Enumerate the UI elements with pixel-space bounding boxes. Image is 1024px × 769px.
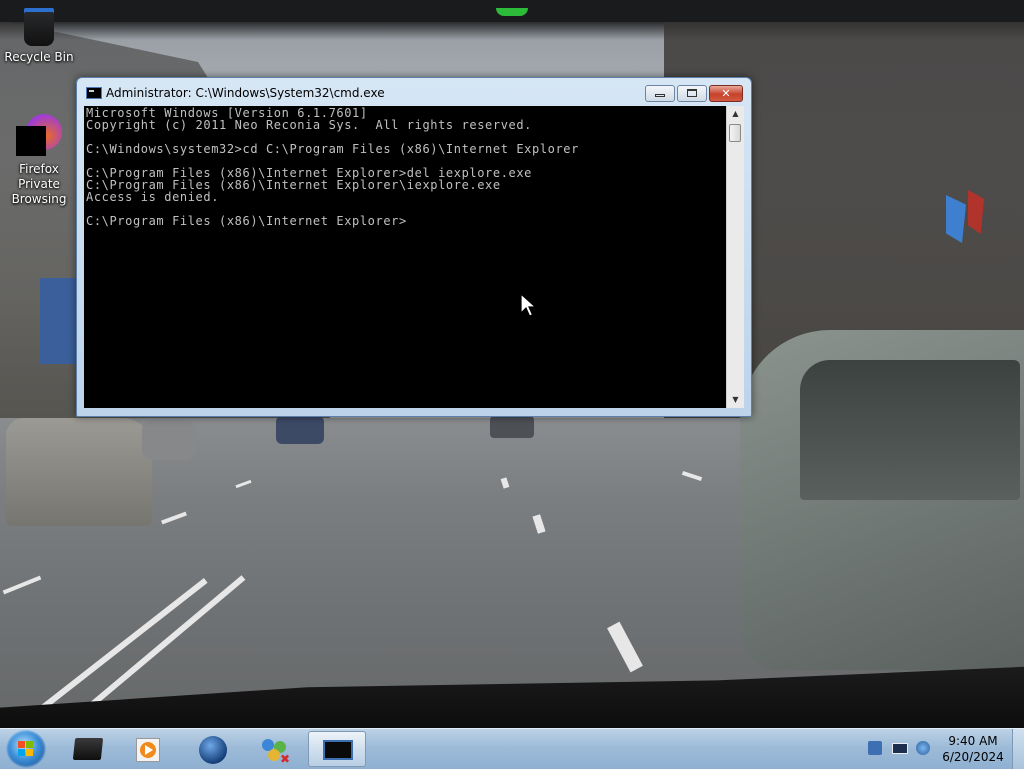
close-icon: ✕ — [721, 87, 731, 100]
wallpaper-car-right-window — [800, 360, 1020, 500]
minimize-icon — [655, 94, 665, 97]
firefox-private-icon — [16, 114, 62, 160]
clock-date[interactable]: 6/20/2024 — [938, 750, 1008, 764]
desktop-icon-recycle-bin[interactable]: Recycle Bin — [0, 0, 78, 65]
red-x-icon: ✖ — [280, 752, 291, 766]
network-globe-icon — [199, 736, 227, 764]
minimize-button[interactable] — [645, 85, 675, 102]
desktop-icon-label: Recycle Bin — [4, 50, 74, 64]
cmd-window-icon — [86, 87, 102, 99]
desktop-icon-firefox-private[interactable]: Firefox Private Browsing — [0, 114, 78, 207]
windows-logo-icon — [18, 741, 34, 757]
mouse-pointer-icon — [520, 293, 538, 317]
maximize-icon — [687, 89, 697, 97]
console-line: Copyright (c) 2011 Neo Reconia Sys. All … — [86, 118, 533, 132]
taskbar-item-network-globe[interactable] — [184, 731, 242, 767]
desktop-icon-label: Firefox Private Browsing — [11, 162, 67, 206]
taskbar-item-media-player[interactable] — [120, 731, 178, 767]
notes-icon[interactable] — [868, 741, 882, 755]
wallpaper-billboard — [40, 278, 78, 364]
console-prompt: C:\Program Files (x86)\Internet Explorer… — [86, 214, 407, 228]
start-button[interactable] — [6, 730, 46, 768]
display-icon[interactable] — [892, 743, 908, 754]
console-output[interactable]: Microsoft Windows [Version 6.1.7601] Cop… — [84, 106, 726, 408]
cmd-terminal-icon — [323, 740, 353, 760]
black-box-app-icon — [72, 738, 104, 760]
network-people-icon-part — [268, 749, 280, 761]
maximize-button[interactable] — [677, 85, 707, 102]
scroll-up-arrow-icon[interactable]: ▲ — [727, 106, 744, 122]
scroll-thumb[interactable] — [729, 124, 741, 142]
cmd-window[interactable]: Administrator: C:\Windows\System32\cmd.e… — [76, 77, 752, 417]
window-title-bar[interactable]: Administrator: C:\Windows\System32\cmd.e… — [77, 78, 751, 106]
network-icon[interactable] — [916, 741, 930, 755]
wallpaper-car-blue — [276, 416, 324, 444]
show-desktop-button[interactable] — [1012, 729, 1024, 769]
taskbar-item-black-box[interactable] — [60, 731, 118, 767]
scroll-down-arrow-icon[interactable]: ▼ — [727, 392, 744, 408]
redacted-block — [16, 126, 46, 156]
vertical-scrollbar[interactable]: ▲ ▼ — [726, 106, 744, 408]
wallpaper-car-dark — [490, 416, 534, 438]
clock-time[interactable]: 9:40 AM — [938, 734, 1008, 748]
media-player-icon — [136, 738, 160, 762]
wallpaper-car-left — [6, 418, 152, 526]
taskbar: ✖ 9:40 AM 6/20/2024 — [0, 728, 1024, 769]
console-line: C:\Windows\system32>cd C:\Program Files … — [86, 142, 579, 156]
window-title: Administrator: C:\Windows\System32\cmd.e… — [106, 86, 385, 100]
taskbar-item-network-people[interactable]: ✖ — [246, 731, 304, 767]
recycle-bin-icon — [24, 8, 54, 46]
console-line: Access is denied. — [86, 190, 220, 204]
wallpaper-car-left-2 — [142, 420, 196, 460]
close-button[interactable]: ✕ — [709, 85, 743, 102]
taskbar-item-cmd[interactable] — [308, 731, 366, 767]
wallpaper-green-light — [496, 8, 528, 16]
